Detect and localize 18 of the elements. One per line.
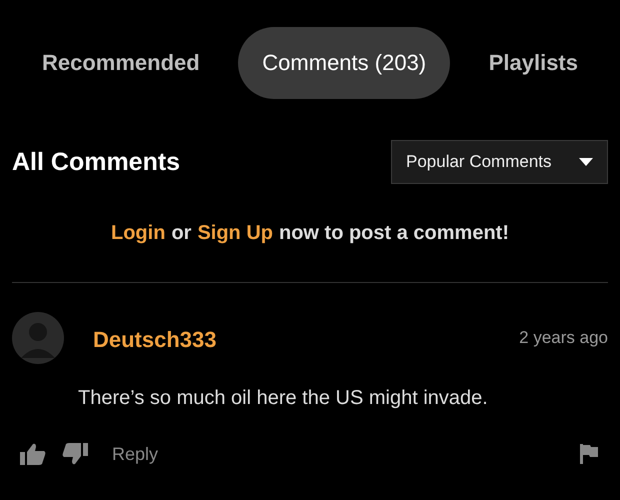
comment-text: There’s so much oil here the US might invade. (78, 387, 489, 410)
prompt-text: now to post a comment! (278, 222, 509, 245)
signup-link[interactable]: Sign Up (197, 222, 273, 245)
tab[interactable]: Recommended (18, 27, 224, 99)
thumbs-down-icon[interactable] (62, 443, 88, 465)
reply-button[interactable]: Reply (112, 444, 158, 464)
flag-icon[interactable] (580, 444, 598, 464)
avatar-icon (12, 312, 64, 364)
sort-dropdown[interactable]: Popular Comments (391, 140, 608, 184)
tab[interactable]: Comments (203) (238, 27, 450, 99)
timestamp: 2 years ago (519, 328, 608, 348)
username[interactable]: Deutsch333 (93, 327, 217, 353)
thumbs-up-icon[interactable] (20, 443, 46, 465)
prompt-text: or (171, 222, 192, 245)
tab[interactable]: Playlists (464, 27, 602, 99)
caret-icon (579, 158, 593, 166)
section-title: All Comments (12, 148, 180, 176)
login-link[interactable]: Login (111, 222, 166, 245)
